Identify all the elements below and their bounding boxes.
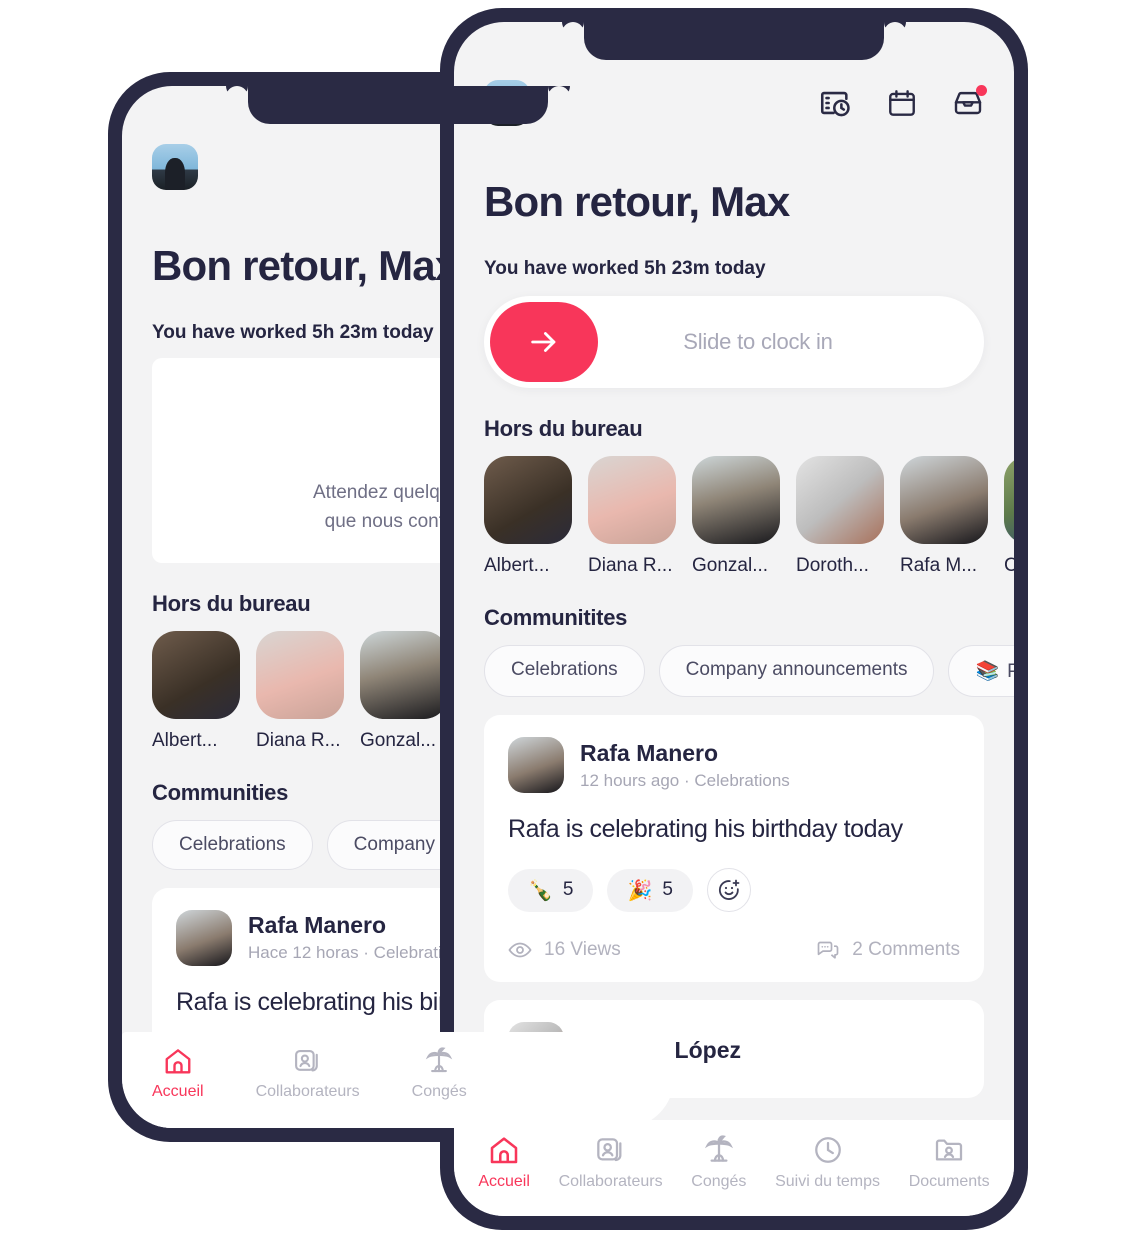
add-reaction-icon[interactable] xyxy=(706,868,751,912)
party-popper-icon: 🎉 xyxy=(627,879,653,902)
person-name: Diana R... xyxy=(256,729,341,751)
reaction-count: 5 xyxy=(562,879,574,900)
community-pill[interactable]: Celebrations xyxy=(484,645,645,697)
list-item[interactable]: Gonzal... xyxy=(360,630,448,752)
avatar xyxy=(588,456,676,544)
communities-pill-list: Celebrations Company announcements 📚 Pro xyxy=(484,645,1014,697)
nav-label: Documents xyxy=(908,1173,990,1190)
list-item[interactable]: Doroth... xyxy=(796,456,884,577)
list-item[interactable]: Albert... xyxy=(484,456,572,577)
header-icon-group xyxy=(818,85,987,120)
person-name: Rafa M... xyxy=(900,555,978,576)
reaction-chip[interactable]: 🎉 5 xyxy=(607,868,693,912)
out-of-office-title: Hors du bureau xyxy=(484,416,643,441)
list-item[interactable]: Rafa M... xyxy=(900,456,988,577)
person-name: Cr xyxy=(1004,555,1014,576)
community-pill[interactable]: Celebrations xyxy=(152,819,313,870)
list-item[interactable]: Diana R... xyxy=(588,456,676,577)
nav-item-accueil[interactable]: Accueil xyxy=(478,1134,530,1191)
person-name: Albert... xyxy=(484,555,550,576)
community-pill-label: Celebrations xyxy=(511,659,618,680)
nav-label: Collaborateurs xyxy=(558,1173,663,1190)
avatar xyxy=(1004,456,1014,544)
communities-title: Communitites xyxy=(484,605,628,630)
nav-item-accueil[interactable]: Accueil xyxy=(152,1046,204,1101)
screenshot-stage: Bon retour, Max You have worked 5h 23m t… xyxy=(0,0,1140,1236)
avatar xyxy=(508,737,564,793)
calendar-icon[interactable] xyxy=(886,87,918,119)
post-header: Rafa Manero 12 hours ago · Celebrations xyxy=(508,737,960,793)
front-bottom-navigation: Accueil Collaborateurs Congés Suivi du t… xyxy=(454,1120,1014,1216)
nav-label: Congés xyxy=(411,1083,467,1100)
clock-in-slider[interactable]: Slide to clock in xyxy=(484,296,984,388)
nav-label: Collaborateurs xyxy=(255,1083,360,1100)
avatar xyxy=(484,456,572,544)
slider-knob[interactable] xyxy=(490,302,598,382)
avatar xyxy=(900,456,988,544)
post-meta: 12 hours ago · Celebrations xyxy=(580,770,790,790)
person-name: Gonzal... xyxy=(692,555,769,576)
list-item[interactable]: Gonzal... xyxy=(692,456,780,577)
person-name: Gonzal... xyxy=(360,729,437,751)
nav-label: Accueil xyxy=(478,1173,530,1190)
worked-today-text: You have worked 5h 23m today xyxy=(484,258,766,279)
nav-item-conges[interactable]: Congés xyxy=(412,1046,467,1101)
person-name: Albert... xyxy=(152,729,218,751)
champagne-icon: 🍾 xyxy=(528,879,553,902)
post-reactions: 🍾 5 🎉 5 xyxy=(508,868,960,912)
nav-item-documents[interactable]: Documents xyxy=(909,1134,990,1191)
post-meta: Hace 12 horas · Celebratio xyxy=(248,943,452,963)
post-footer: 16 Views 2 Comments xyxy=(508,938,960,962)
time-tracking-icon[interactable] xyxy=(818,86,852,120)
post-author: Rafa Manero xyxy=(580,739,719,766)
nav-label: Congés xyxy=(691,1173,747,1190)
page-title: Bon retour, Max xyxy=(484,178,790,225)
avatar xyxy=(692,456,780,544)
back-bottom-navigation: Accueil Collaborateurs Congés xyxy=(122,1032,674,1128)
post-author: Rafa Manero xyxy=(248,912,387,939)
notification-badge xyxy=(976,85,987,96)
nav-label: Suivi du temps xyxy=(775,1173,881,1190)
reaction-count: 5 xyxy=(662,879,673,900)
list-item[interactable]: Cr xyxy=(1004,456,1014,577)
out-of-office-list: Albert... Diana R... Gonzal... Doroth... xyxy=(484,456,1014,577)
list-item[interactable]: Albert... xyxy=(152,630,240,752)
phone-notch xyxy=(584,22,884,60)
comments-count[interactable]: 2 Comments xyxy=(816,938,960,962)
views-count: 16 Views xyxy=(508,938,621,962)
post-body: Rafa is celebrating his birthday today xyxy=(508,815,903,843)
avatar xyxy=(360,630,448,719)
nav-item-suivi-du-temps[interactable]: Suivi du temps xyxy=(775,1134,880,1191)
nav-item-collaborateurs[interactable]: Collaborateurs xyxy=(559,1134,663,1191)
nav-item-collaborateurs[interactable]: Collaborateurs xyxy=(256,1046,360,1101)
books-icon: 📚 xyxy=(975,661,1000,682)
reaction-chip[interactable]: 🍾 5 xyxy=(508,868,594,912)
avatar xyxy=(796,456,884,544)
community-pill-label: Pro xyxy=(1007,661,1014,682)
nav-item-conges[interactable]: Congés xyxy=(691,1134,746,1191)
avatar xyxy=(176,909,232,966)
list-item[interactable]: Diana R... xyxy=(256,630,344,752)
person-name: Doroth... xyxy=(796,555,869,576)
post-card[interactable]: Rafa Manero 12 hours ago · Celebrations … xyxy=(484,715,984,982)
avatar[interactable] xyxy=(152,144,198,190)
nav-label: Accueil xyxy=(152,1083,204,1100)
community-pill[interactable]: Company announcements xyxy=(658,645,935,697)
community-pill[interactable]: 📚 Pro xyxy=(948,645,1014,697)
avatar xyxy=(256,630,344,719)
phone-notch xyxy=(248,86,548,124)
views-label: 16 Views xyxy=(544,939,621,960)
person-name: Diana R... xyxy=(588,555,673,576)
avatar xyxy=(152,630,240,719)
slider-label: Slide to clock in xyxy=(683,329,833,354)
inbox-icon[interactable] xyxy=(952,85,987,119)
comments-label: 2 Comments xyxy=(852,939,960,960)
community-pill-label: Company announcements xyxy=(685,659,908,680)
